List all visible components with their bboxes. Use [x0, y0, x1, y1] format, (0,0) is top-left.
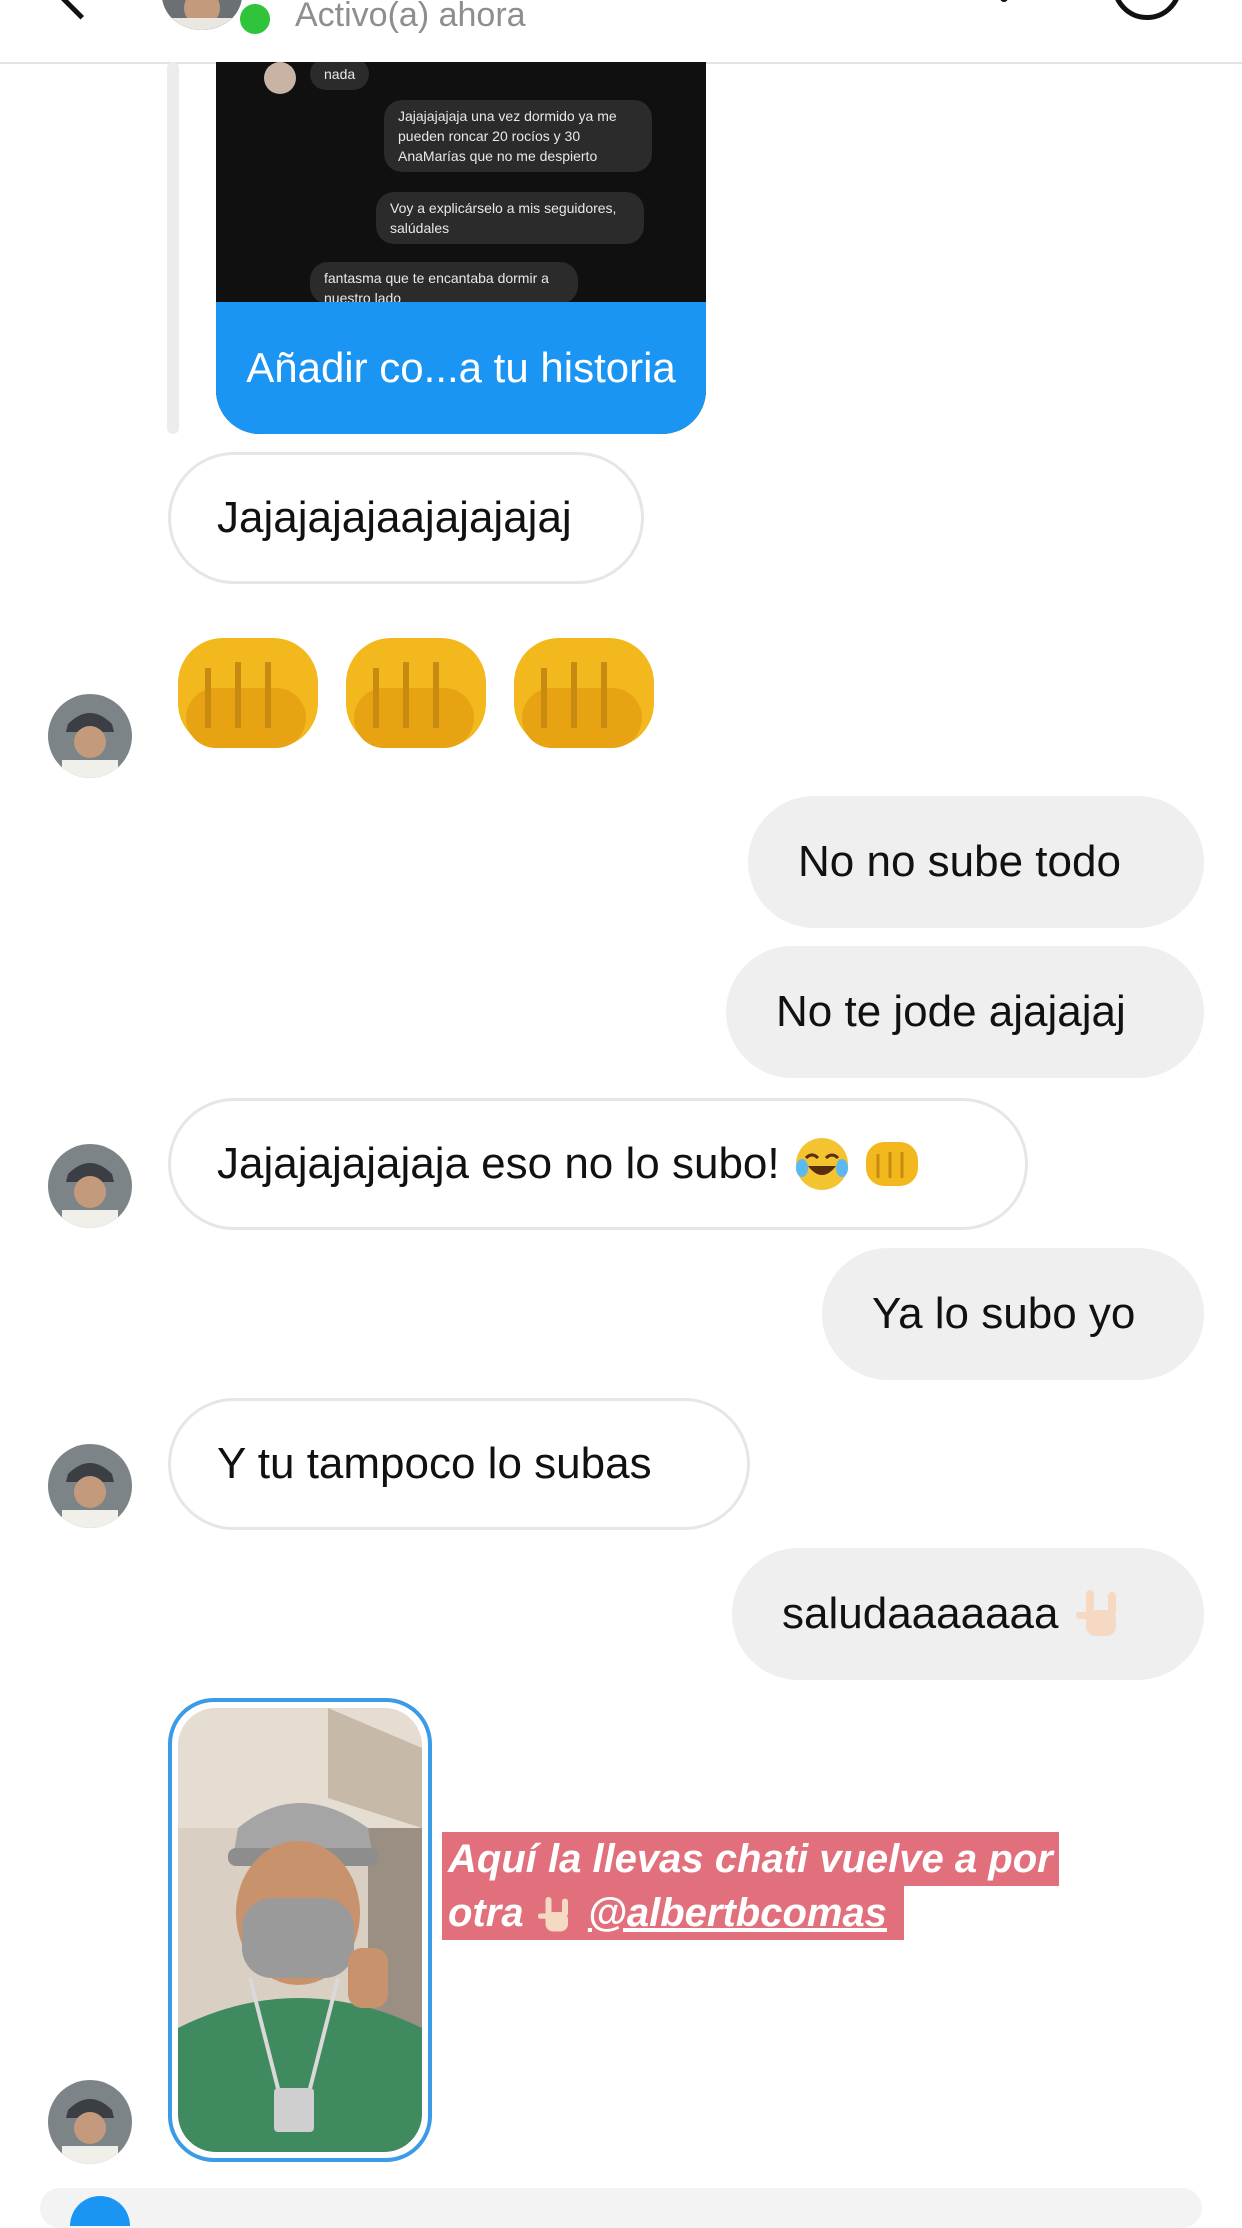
user-mention-link[interactable]: @albertbcomas — [588, 1891, 887, 1935]
message-text: No no sube todo — [798, 837, 1121, 886]
fist-emoji-row[interactable] — [176, 628, 676, 768]
preview-message: Jajajajajaja una vez dormido ya me puede… — [384, 100, 652, 172]
oncoming-fist-icon — [514, 638, 654, 748]
story-photo — [178, 1708, 422, 2152]
message-text: saludaaaaaaa — [782, 1589, 1059, 1638]
story-mention-photo[interactable] — [168, 1698, 432, 2162]
add-to-story-button[interactable]: Añadir co...a tu historia — [216, 302, 706, 434]
contact-avatar[interactable] — [48, 1144, 132, 1228]
message-text: Jajajajajaajajajajaj — [217, 493, 572, 542]
contact-avatar[interactable] — [48, 2080, 132, 2164]
info-icon[interactable] — [1112, 0, 1182, 20]
contact-avatar[interactable] — [48, 694, 132, 778]
rock-hand-icon — [1076, 1590, 1117, 1636]
preview-message: nada — [310, 62, 370, 90]
message-text: Jajajajajajaja eso no lo subo! — [217, 1139, 780, 1188]
tears-of-joy-icon — [795, 1138, 848, 1190]
incoming-message[interactable]: Jajajajajajaja eso no lo subo! — [168, 1098, 1028, 1230]
message-text: No te jode ajajajaj — [776, 987, 1126, 1036]
preview-message: fantasma que te encantaba dormir a nuest… — [310, 262, 578, 304]
contact-avatar[interactable] — [48, 1444, 132, 1528]
oncoming-fist-icon — [865, 1142, 918, 1186]
preview-message: Voy a explicárselo a mis seguidores, sal… — [376, 192, 644, 244]
message-composer[interactable] — [40, 2188, 1202, 2228]
chat-header: Activo(a) ahora — [0, 0, 1242, 64]
back-arrow-icon[interactable] — [51, 0, 110, 20]
story-caption: Aquí la llevas chati vuelve a por otra @… — [442, 1832, 1202, 1940]
shared-story-card[interactable]: nada Jajajajajaja una vez dormido ya me … — [216, 62, 706, 434]
caption-prefix: otra — [448, 1891, 524, 1935]
online-status-dot — [236, 0, 274, 38]
preview-avatar — [264, 62, 296, 94]
active-status: Activo(a) ahora — [295, 0, 526, 34]
incoming-message[interactable]: Jajajajajaajajajajaj — [168, 452, 644, 584]
caption-line-2: otra @albertbcomas — [442, 1886, 905, 1940]
contact-avatar[interactable] — [162, 0, 242, 30]
story-screenshot-preview: nada Jajajajajaja una vez dormido ya me … — [216, 62, 706, 304]
caption-line-1: Aquí la llevas chati vuelve a por — [442, 1832, 1059, 1886]
outgoing-message[interactable]: No no sube todo — [748, 796, 1204, 928]
outgoing-message[interactable]: No te jode ajajajaj — [726, 946, 1204, 1078]
outgoing-message[interactable]: saludaaaaaaa — [732, 1548, 1204, 1680]
call-icon[interactable] — [1000, 0, 1008, 2]
oncoming-fist-icon — [178, 638, 318, 748]
message-text: Y tu tampoco lo subas — [217, 1439, 652, 1488]
message-text: Ya lo subo yo — [872, 1289, 1136, 1338]
reply-thread-line — [167, 62, 179, 434]
oncoming-fist-icon — [346, 638, 486, 748]
outgoing-message[interactable]: Ya lo subo yo — [822, 1248, 1204, 1380]
incoming-message[interactable]: Y tu tampoco lo subas — [168, 1398, 750, 1530]
rock-hand-icon — [537, 1897, 568, 1932]
